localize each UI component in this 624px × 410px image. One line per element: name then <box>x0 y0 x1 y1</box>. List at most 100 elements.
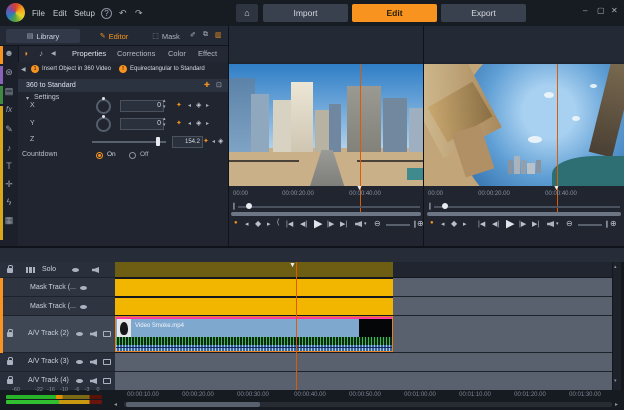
mask-clip-2[interactable] <box>115 298 393 315</box>
countdown-off-label[interactable]: Off <box>140 151 149 158</box>
pre-zoom-marker-icon[interactable]: ❙ <box>604 220 610 228</box>
add-keyframe-icon[interactable]: ✚ <box>204 81 210 89</box>
source-video-preview[interactable] <box>229 64 423 186</box>
source-playhead-handle[interactable]: ▼ <box>356 185 363 192</box>
y-keyframe-icon[interactable]: ✦ <box>176 119 182 127</box>
scroll-down-icon[interactable]: ▾ <box>614 378 617 384</box>
preview-scrollbar[interactable] <box>427 212 621 216</box>
lock-icon[interactable] <box>7 332 13 337</box>
settings-collapse-icon[interactable]: ▾ <box>26 95 29 102</box>
timeline-vscrollbar[interactable]: ▴ ▾ <box>613 262 621 390</box>
speaker-icon[interactable] <box>92 267 99 273</box>
src-zoom-slider[interactable] <box>386 224 410 226</box>
src-mark-in-icon[interactable]: ( <box>277 219 279 226</box>
track-header-mask-1[interactable]: Mask Track (... <box>0 278 115 297</box>
x-rotation-dial[interactable] <box>96 99 111 114</box>
z-slider-track[interactable] <box>92 141 166 143</box>
eye-icon[interactable] <box>76 332 83 336</box>
copy-icon[interactable]: ⧉ <box>203 31 208 39</box>
eye-icon[interactable] <box>76 379 83 383</box>
z-keyframe-diamond-icon[interactable]: ◈ <box>218 137 223 145</box>
redo-icon[interactable]: ↷ <box>135 8 143 19</box>
source-trim-dot[interactable] <box>246 203 252 209</box>
source-trim-start-handle[interactable]: ❙ <box>231 202 237 210</box>
mask-clip-1[interactable] <box>115 279 393 296</box>
scroll-right-icon[interactable]: ▸ <box>615 401 618 408</box>
x-next-keyframe-icon[interactable]: ▸ <box>206 102 209 109</box>
eye-icon[interactable] <box>80 286 87 290</box>
pip-icon[interactable] <box>103 359 111 365</box>
close-button[interactable]: ✕ <box>611 6 618 15</box>
preview-trim-start-handle[interactable]: ❙ <box>427 202 433 210</box>
pre-step-forward-button[interactable]: |▶ <box>519 220 526 228</box>
music-icon[interactable]: ♪ <box>39 49 43 58</box>
lock-icon[interactable] <box>7 360 13 365</box>
src-zoom-out-icon[interactable]: ⊖ <box>374 219 381 228</box>
pre-step-back-button[interactable]: ◀| <box>492 220 499 228</box>
preview-trim-dot[interactable] <box>442 203 448 209</box>
tab-effect[interactable]: Effect <box>198 49 217 58</box>
z-keyframe-icon[interactable]: ✦ <box>203 137 209 145</box>
y-next-keyframe-icon[interactable]: ▸ <box>206 120 209 127</box>
y-value-input[interactable]: 0 <box>120 118 164 130</box>
back-step-icon[interactable]: ◀ <box>21 66 26 73</box>
rail-mask-face-icon[interactable]: ☻ <box>4 48 13 58</box>
rail-title-icon[interactable]: T <box>6 161 12 171</box>
z-slider-thumb[interactable] <box>156 137 160 146</box>
track-empty-area[interactable] <box>393 278 612 297</box>
x-keyframe-icon[interactable]: ✦ <box>176 101 182 109</box>
pre-zoom-out-icon[interactable]: ⊖ <box>566 219 573 228</box>
y-spin-down-icon[interactable]: ▾ <box>163 122 166 128</box>
lock-icon[interactable] <box>7 268 13 273</box>
countdown-off-radio[interactable] <box>129 152 136 159</box>
timeline-hscrollbar-thumb[interactable] <box>126 402 260 407</box>
panel-options-icon[interactable]: ⊡ <box>216 81 222 89</box>
preview-360-video[interactable] <box>424 64 624 186</box>
speaker-icon[interactable] <box>90 359 97 365</box>
effect-section-header[interactable]: 360 to Standard ✚ ⊡ <box>18 79 228 92</box>
rail-keyframe-icon[interactable]: ✎ <box>5 124 13 135</box>
pre-zoom-in-icon[interactable]: ⊕ <box>610 219 617 228</box>
import-nav-button[interactable]: Import <box>263 4 348 22</box>
speaker-icon[interactable] <box>90 331 97 337</box>
pre-play-button[interactable]: ▶ <box>506 217 514 230</box>
preview-playhead-handle[interactable]: ▼ <box>553 185 560 192</box>
menu-file[interactable]: File <box>32 9 45 18</box>
preview-trim-track[interactable] <box>434 206 620 208</box>
eye-icon[interactable] <box>72 268 79 272</box>
rail-effects-icon[interactable]: ϟ <box>7 197 12 207</box>
x-spin-down-icon[interactable]: ▾ <box>163 104 166 110</box>
eye-icon[interactable] <box>80 305 87 309</box>
home-button[interactable]: ⌂ <box>236 4 258 22</box>
src-go-start-button[interactable]: |◀ <box>286 220 293 228</box>
pre-go-start-button[interactable]: |◀ <box>478 220 485 228</box>
pre-zoom-slider[interactable] <box>578 224 602 226</box>
pre-go-end-button[interactable]: ▶| <box>532 220 539 228</box>
pre-keyframe-icon[interactable]: ◆ <box>451 219 457 228</box>
rail-360-icon[interactable]: ⊛ <box>5 67 13 78</box>
src-keyframe-icon[interactable]: ◆ <box>255 219 261 228</box>
export-nav-button[interactable]: Export <box>441 4 526 22</box>
countdown-on-label[interactable]: On <box>107 151 116 158</box>
track-empty-area[interactable] <box>393 297 612 316</box>
rail-transform-icon[interactable]: ✛ <box>5 179 13 190</box>
src-volume-caret-icon[interactable]: ▾ <box>364 221 367 227</box>
speaker-icon[interactable] <box>90 378 97 384</box>
pre-add-keyframe-icon[interactable]: ● <box>430 220 434 226</box>
timeline-playhead-handle[interactable]: ▼ <box>289 262 296 269</box>
minimize-button[interactable]: – <box>583 6 587 15</box>
src-next-keyframe-icon[interactable]: ▸ <box>267 220 271 228</box>
track-header-mask-2[interactable]: Mask Track (... <box>0 297 115 316</box>
solo-label[interactable]: Solo <box>42 266 56 273</box>
lock-icon[interactable] <box>7 379 13 384</box>
scroll-left-icon[interactable]: ◂ <box>114 401 117 408</box>
video-clip[interactable]: Video Smoke.mp4 <box>115 316 393 352</box>
x-value-input[interactable]: 0 <box>120 100 164 112</box>
menu-setup[interactable]: Setup <box>74 9 95 18</box>
work-area-bar[interactable] <box>115 262 393 277</box>
tab-mask[interactable]: ⬚ Mask <box>144 29 188 43</box>
track-header-av-2[interactable]: A/V Track (2) <box>0 316 115 353</box>
volume-keyframe-line[interactable] <box>116 347 392 348</box>
z-prev-keyframe-icon[interactable]: ◂ <box>212 138 215 145</box>
step2-label[interactable]: Equirectangular to Standard <box>130 66 205 72</box>
